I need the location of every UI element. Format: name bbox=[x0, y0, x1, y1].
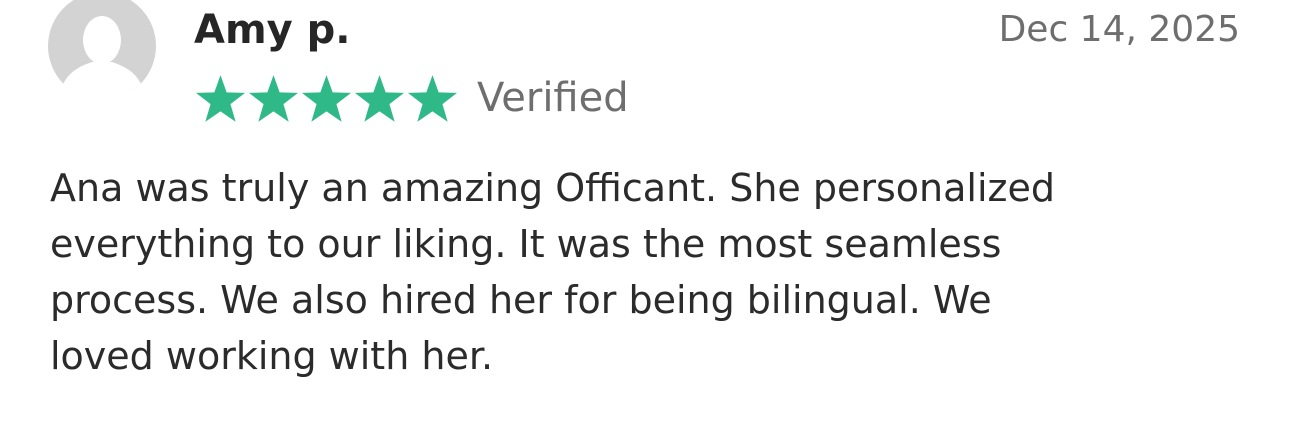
review-text-line: everything to our liking. It was the mos… bbox=[50, 222, 1002, 266]
review-date: Dec 14, 2025 bbox=[998, 9, 1240, 50]
review-text-line: Ana was truly an amazing Officant. She p… bbox=[50, 166, 1055, 210]
verified-badge: Verified bbox=[477, 75, 629, 121]
star-icon bbox=[195, 75, 246, 122]
star-icon bbox=[407, 75, 458, 122]
rating-row: Verified bbox=[194, 72, 629, 124]
review-card: Amy p. Dec 14, 2025 Verified Ana was tru… bbox=[0, 0, 1290, 422]
user-placeholder-icon bbox=[48, 0, 156, 92]
reviewer-name: Amy p. bbox=[194, 7, 351, 53]
review-text: Ana was truly an amazing Officant. She p… bbox=[50, 160, 1250, 384]
avatar bbox=[46, 0, 158, 92]
star-icon bbox=[354, 75, 405, 122]
star-icon bbox=[248, 75, 299, 122]
review-text-line: process. We also hired her for being bil… bbox=[50, 278, 992, 322]
star-icon bbox=[301, 75, 352, 122]
star-rating bbox=[194, 72, 459, 124]
review-text-line: loved working with her. bbox=[50, 334, 494, 378]
